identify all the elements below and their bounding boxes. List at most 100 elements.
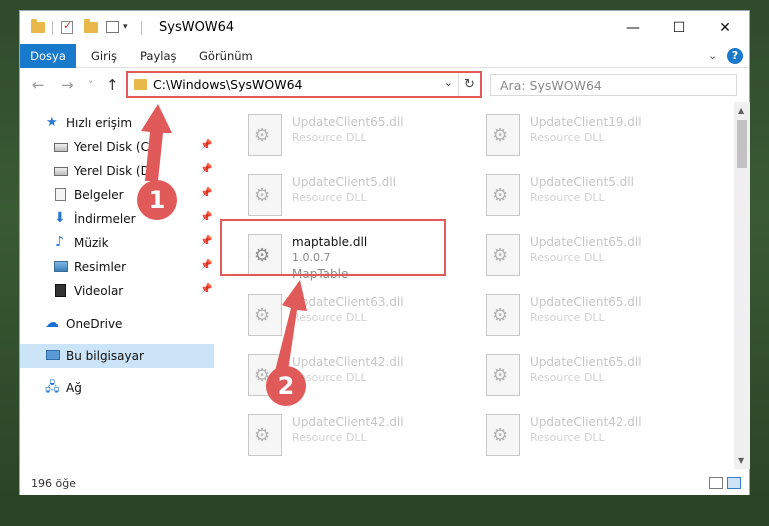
sidebar-item-this-pc[interactable]: Bu bilgisayar: [20, 344, 214, 368]
sidebar-item-label: Hızlı erişim: [66, 116, 133, 130]
pin-icon: 📌: [200, 188, 213, 199]
file-tile[interactable]: UpdateClient65.dll Resource DLL: [242, 108, 467, 164]
navigation-pane: ★ Hızlı erişim Yerel Disk (C:) 📌 Yerel D…: [20, 102, 214, 462]
sidebar-item-pictures[interactable]: Resimler 📌: [20, 255, 214, 279]
step-2-badge: 2: [266, 366, 306, 406]
sidebar-item-label: Yerel Disk (D:): [74, 164, 159, 178]
music-icon: ♪: [55, 234, 64, 250]
tab-giris[interactable]: Giriş: [82, 44, 126, 68]
separator: [52, 21, 53, 35]
file-name: UpdateClient5.dll: [530, 175, 634, 189]
highlight-box: [220, 219, 446, 276]
file-description: Resource DLL: [292, 191, 367, 204]
file-description: Resource DLL: [530, 131, 605, 144]
scroll-down-icon[interactable]: ▼: [738, 456, 744, 465]
tab-dosya[interactable]: Dosya: [20, 44, 76, 68]
sidebar-item-label: Videolar: [74, 284, 124, 298]
dll-file-icon: [486, 174, 520, 216]
file-tile[interactable]: UpdateClient65.dll Resource DLL: [480, 288, 705, 344]
file-description: Resource DLL: [530, 191, 605, 204]
sidebar-item-music[interactable]: ♪ Müzik 📌: [20, 231, 214, 255]
minimize-button[interactable]: —: [610, 15, 656, 41]
file-tile[interactable]: UpdateClient65.dll Resource DLL: [480, 228, 705, 284]
address-bar[interactable]: C:\Windows\SysWOW64 ⌄ ↻: [126, 71, 482, 98]
file-list: UpdateClient65.dll Resource DLL UpdateCl…: [216, 102, 734, 462]
sidebar-item-label: Ağ: [66, 381, 82, 395]
details-view-icon[interactable]: [709, 477, 723, 489]
file-name: UpdateClient42.dll: [292, 415, 404, 429]
scrollbar-thumb[interactable]: [737, 120, 747, 168]
sidebar-item-label: Resimler: [74, 260, 127, 274]
file-name: UpdateClient65.dll: [530, 355, 642, 369]
maximize-button[interactable]: ☐: [656, 15, 702, 41]
view-options-icon[interactable]: [106, 21, 119, 33]
computer-icon: [46, 350, 60, 360]
sidebar-item-downloads[interactable]: ⬇ İndirmeler 📌: [20, 207, 214, 231]
dll-file-icon: [486, 114, 520, 156]
file-description: Resource DLL: [530, 251, 605, 264]
pin-icon: 📌: [200, 284, 213, 295]
file-name: UpdateClient42.dll: [530, 415, 642, 429]
tab-gorunum[interactable]: Görünüm: [190, 44, 262, 68]
properties-check-icon[interactable]: [61, 19, 73, 34]
dll-file-icon: [486, 294, 520, 336]
file-description: Resource DLL: [530, 371, 605, 384]
sidebar-item-quick-access[interactable]: ★ Hızlı erişim: [20, 111, 214, 135]
sidebar-item-disk-c[interactable]: Yerel Disk (C:) 📌: [20, 135, 214, 159]
file-tile[interactable]: UpdateClient5.dll Resource DLL: [480, 168, 705, 224]
folder-icon: [31, 19, 45, 33]
step-1-badge: 1: [137, 180, 177, 220]
file-name: UpdateClient42.dll: [292, 355, 404, 369]
forward-button[interactable]: →: [61, 76, 74, 94]
cloud-icon: ☁: [45, 315, 59, 331]
pictures-icon: [54, 261, 68, 272]
file-name: UpdateClient63.dll: [292, 295, 404, 309]
sidebar-item-label: Yerel Disk (C:): [74, 140, 158, 154]
video-icon: [55, 284, 66, 297]
new-folder-icon[interactable]: [84, 19, 98, 33]
help-icon[interactable]: ?: [727, 48, 743, 64]
sidebar-item-onedrive[interactable]: ☁ OneDrive: [20, 312, 214, 336]
dll-file-icon: [248, 414, 282, 456]
drive-icon: [54, 167, 68, 176]
chevron-down-icon[interactable]: ⌄: [444, 76, 453, 89]
sidebar-item-label: Bu bilgisayar: [66, 349, 144, 363]
pin-icon: 📌: [200, 164, 213, 175]
sidebar-item-label: İndirmeler: [74, 212, 136, 226]
file-name: UpdateClient5.dll: [292, 175, 396, 189]
sidebar-item-network[interactable]: 🖧 Ağ: [20, 376, 214, 400]
pin-icon: 📌: [200, 212, 213, 223]
file-tile[interactable]: UpdateClient5.dll Resource DLL: [242, 168, 467, 224]
star-icon: ★: [46, 115, 58, 130]
file-tile[interactable]: UpdateClient42.dll Resource DLL: [480, 408, 705, 462]
sidebar-item-label: OneDrive: [66, 317, 123, 331]
customize-toolbar-icon[interactable]: ▾: [123, 22, 128, 40]
large-icons-view-icon[interactable]: [727, 477, 741, 489]
ribbon-tabs: Dosya Giriş Paylaş Görünüm ⌄ ?: [20, 44, 749, 68]
file-tile[interactable]: UpdateClient63.dll Resource DLL: [242, 288, 467, 344]
file-tile[interactable]: UpdateClient42.dll Resource DLL: [242, 408, 467, 462]
sidebar-item-label: Müzik: [74, 236, 109, 250]
file-tile[interactable]: UpdateClient19.dll Resource DLL: [480, 108, 705, 164]
file-tile[interactable]: UpdateClient65.dll Resource DLL: [480, 348, 705, 404]
sidebar-item-videos[interactable]: Videolar 📌: [20, 279, 214, 303]
sidebar-item-disk-d[interactable]: Yerel Disk (D:) 📌: [20, 159, 214, 183]
vertical-scrollbar[interactable]: ▲ ▼: [734, 102, 750, 469]
up-button[interactable]: ↑: [106, 76, 119, 94]
search-input[interactable]: Ara: SysWOW64: [490, 74, 737, 96]
refresh-button[interactable]: ↻: [458, 73, 480, 96]
file-description: Resource DLL: [292, 311, 367, 324]
download-icon: ⬇: [54, 210, 66, 226]
file-name: UpdateClient65.dll: [292, 115, 404, 129]
dll-file-icon: [486, 414, 520, 456]
back-button[interactable]: ←: [32, 76, 45, 94]
scroll-up-icon[interactable]: ▲: [738, 106, 744, 115]
chevron-down-icon[interactable]: ⌄: [708, 49, 717, 62]
sidebar-item-documents[interactable]: Belgeler 📌: [20, 183, 214, 207]
dll-file-icon: [248, 294, 282, 336]
tab-paylas[interactable]: Paylaş: [131, 44, 186, 68]
file-name: UpdateClient65.dll: [530, 295, 642, 309]
close-button[interactable]: ✕: [702, 15, 748, 41]
address-path[interactable]: C:\Windows\SysWOW64: [153, 77, 302, 92]
recent-locations-button[interactable]: ˅: [88, 79, 94, 92]
